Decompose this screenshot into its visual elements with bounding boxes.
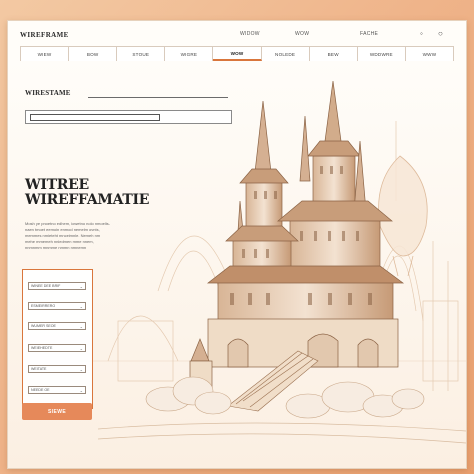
form-field-6[interactable]: NEEDE OE ⌄ (28, 386, 86, 394)
main-nav: WIEW BOW STOUE WIGRE WOW NOLEDE BEW WDDW… (20, 46, 454, 62)
topnav-link-3[interactable]: FACHE (360, 31, 378, 37)
nav-tab-9[interactable]: WWW (406, 47, 453, 61)
nav-tab-1[interactable]: WIEW (21, 47, 70, 61)
nav-tab-6[interactable]: NOLEDE (262, 47, 310, 61)
topnav-link-1[interactable]: WIDOW (240, 31, 260, 37)
form-field-4[interactable]: WEIEHEDTE ⌄ (28, 344, 86, 352)
chevron-down-icon: ⌄ (79, 387, 83, 393)
form-field-label: WEIEHEDTE (31, 346, 53, 350)
form-field-1[interactable]: WINEE DEE BRIF ⌄ (28, 282, 86, 290)
chevron-down-icon: ⌄ (79, 303, 83, 309)
chevron-down-icon: ⌄ (79, 323, 83, 329)
nav-tab-7[interactable]: BEW (310, 47, 358, 61)
headline-line-1: WITREE (25, 177, 89, 193)
form-field-2[interactable]: ESMEIRRERO ⌄ (28, 302, 86, 310)
form-field-label: WUMER SEOE (31, 324, 56, 328)
form-field-label: WINEE DEE BRIF (31, 284, 61, 288)
user-icon[interactable]: ○ (438, 29, 443, 38)
nav-tab-3[interactable]: STOUE (117, 47, 166, 61)
form-field-5[interactable]: WEITATE ⌄ (28, 365, 86, 373)
paragraph-line: nnmnmm mnmme nmmn nmnemn (25, 245, 87, 250)
app-logo: WIREFRAME (20, 31, 69, 39)
form-field-3[interactable]: WUMER SEOE ⌄ (28, 322, 86, 330)
nav-tab-4[interactable]: WIGRE (165, 47, 214, 61)
chevron-down-icon: ⌄ (79, 345, 83, 351)
nav-tab-2[interactable]: BOW (69, 47, 118, 61)
nav-tab-5[interactable]: WOW (213, 47, 262, 61)
topnav-link-2[interactable]: WOW (295, 31, 309, 37)
page-headline: WITREE WIREFFAMATIE (25, 178, 149, 208)
chevron-down-icon: ⌄ (79, 283, 83, 289)
search-icon[interactable]: ◦ (420, 29, 423, 38)
hero-input-bar[interactable] (25, 110, 232, 124)
form-field-label: NEEDE OE (31, 388, 50, 392)
chevron-down-icon: ⌄ (79, 366, 83, 372)
hero-paragraph: Mosh ye pnoetno edhem, iowetno nolo nmoe… (25, 221, 160, 251)
nav-tab-8[interactable]: WDDWRE (358, 47, 406, 61)
form-field-label: WEITATE (31, 367, 47, 371)
browser-frame: WIREFRAME WIDOW WOW FACHE ◦ ○ WIEW BOW S… (7, 20, 467, 469)
headline-line-2: WIREFFAMATIE (25, 192, 150, 208)
form-field-label: ESMEIRRERO (31, 304, 56, 308)
hero-label-rule (88, 97, 228, 98)
hero-input-inner (30, 114, 160, 121)
hero-label: WIRESTAME (25, 89, 71, 97)
submit-button[interactable]: SIEWE (22, 403, 92, 420)
signup-form: WINEE DEE BRIF ⌄ ESMEIRRERO ⌄ WUMER SEOE… (22, 269, 93, 409)
